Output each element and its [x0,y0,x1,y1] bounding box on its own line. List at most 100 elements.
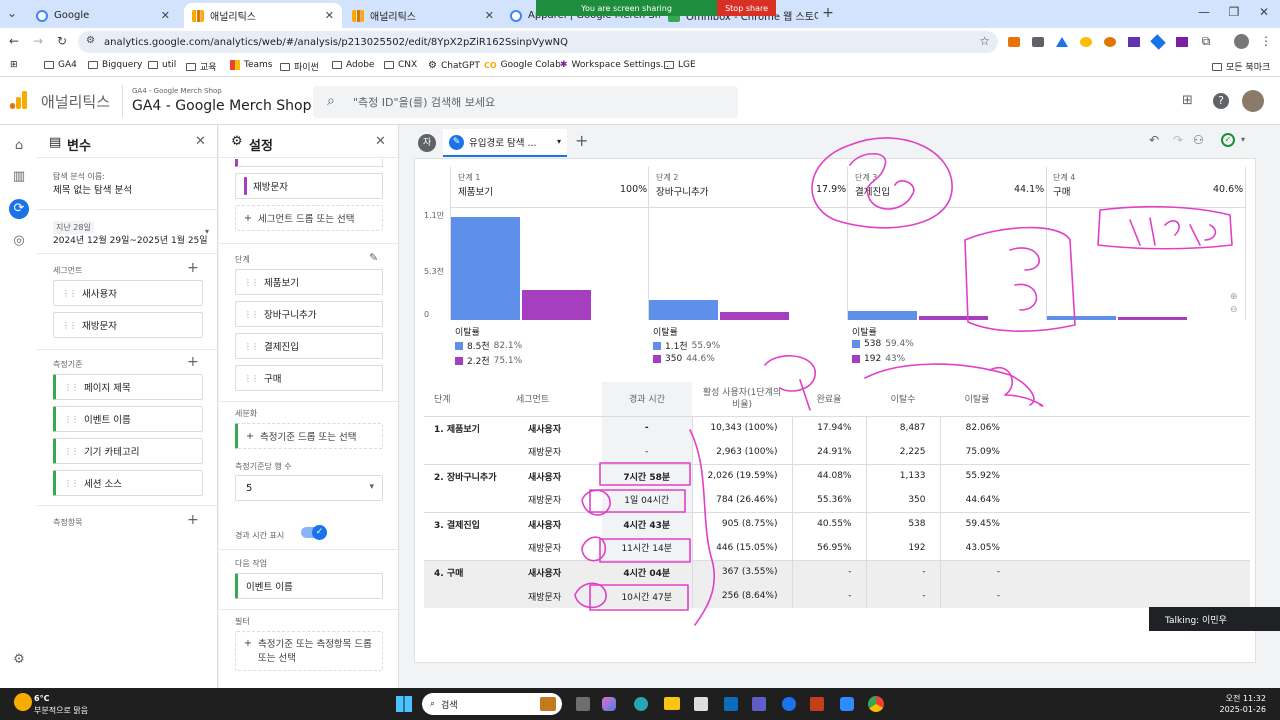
tab-funnel-exploration[interactable]: ✎ 유입경로 탐색 ... ▾ [443,129,567,157]
bar-new-users[interactable] [848,310,917,320]
weather-temp[interactable]: 6°C [34,694,49,703]
tag-extension-icon[interactable] [1150,34,1166,50]
step-chip[interactable]: ⋮⋮ 제품보기 [235,269,383,295]
home-icon[interactable]: ⌂ [10,137,28,155]
bar-returning-users[interactable] [720,312,789,320]
analysis-name-input[interactable]: 제목 없는 탐색 분석 [53,182,132,196]
column-header[interactable]: 활성 사용자(1단계의 비율) [692,382,792,417]
rows-per-dimension-select[interactable]: 5 ▾ [235,475,383,501]
tab-analytics[interactable]: 애널리틱스 ✕ [344,3,502,28]
address-bar[interactable]: ⚙ analytics.google.com/analytics/web/#/a… [78,31,998,53]
close-icon[interactable]: ✕ [325,9,334,22]
extensions-puzzle-icon[interactable]: ⧉ [1198,34,1214,49]
teams-icon[interactable] [752,697,766,711]
zoom-out-icon[interactable]: ⊖ [1230,305,1238,315]
drag-handle-icon[interactable]: ⋮⋮ [62,289,77,298]
edit-pencil-icon[interactable]: ✎ [369,251,378,264]
extension-icon[interactable] [1128,37,1140,47]
column-header[interactable]: 경과 시간 [602,382,692,417]
column-header[interactable]: 이탈수 [866,382,940,417]
stop-share-button[interactable]: Stop share [717,0,776,16]
reports-icon[interactable]: ▥ [10,168,28,186]
close-panel-icon[interactable]: ✕ [375,134,386,149]
bar-new-users[interactable] [451,216,520,320]
column-header[interactable]: 완료율 [792,382,866,417]
chevron-down-icon[interactable]: ▾ [205,227,209,236]
advertising-icon[interactable]: ◎ [10,232,28,250]
drag-handle-icon[interactable]: ⋮⋮ [244,310,259,319]
windows-start-icon[interactable] [396,696,412,712]
bar-new-users[interactable] [1047,316,1116,320]
step-chip[interactable]: ⋮⋮ 구매 [235,365,383,391]
apps-grid-icon[interactable]: ⊞ [10,60,18,70]
chrome-menu-icon[interactable]: ⋮ [1258,34,1274,48]
camera-extension-icon[interactable] [1032,37,1044,47]
date-range-picker[interactable]: 2024년 12월 29일~2025년 1월 25일 [53,233,208,246]
share-user-icon[interactable]: ⚇ [1193,133,1204,147]
apps-grid-icon[interactable]: ⊞ [1182,93,1193,108]
bar-returning-users[interactable] [522,290,591,320]
dimension-chip[interactable]: ⋮⋮ 이벤트 이름 [53,406,203,432]
reload-icon[interactable]: ↻ [54,34,70,48]
chevron-down-icon[interactable]: ▾ [1241,135,1245,144]
segment-chip-partial[interactable] [235,159,383,167]
tab-badge[interactable]: 자 [418,134,436,152]
bookmark-lge[interactable]: LGE [664,60,696,70]
close-panel-icon[interactable]: ✕ [195,134,206,149]
forward-icon[interactable]: → [30,34,46,48]
search-input[interactable]: ⌕ "측정 ID"을(를) 검색해 보세요 [313,86,738,118]
drag-handle-icon[interactable]: ⋮⋮ [244,278,259,287]
back-icon[interactable]: ← [6,34,22,48]
segment-drop-zone[interactable]: + 세그먼트 드롭 또는 선택 [235,205,383,231]
close-icon[interactable]: ✕ [161,9,170,22]
bookmark-adobe[interactable]: Adobe [332,60,374,70]
tab-analytics-active[interactable]: 애널리틱스 ✕ [184,3,342,28]
store-icon[interactable] [694,697,708,711]
profile-avatar[interactable] [1234,34,1249,49]
account-avatar[interactable] [1242,90,1264,112]
file-explorer-icon[interactable] [664,697,680,710]
bookmark-education[interactable]: 교육 [186,60,217,73]
segment-chip-returning[interactable]: ⋮⋮ 재방문자 [53,312,203,338]
bookmark-teams[interactable]: Teams [230,60,272,70]
bookmark-util[interactable]: util [148,60,176,70]
powerpoint-icon[interactable] [810,697,824,711]
taskbar-date[interactable]: 2025-01-26 [1210,705,1267,714]
admin-gear-icon[interactable]: ⚙ [10,651,28,669]
step-chip[interactable]: ⋮⋮ 장바구니추가 [235,301,383,327]
product-name[interactable]: 애널리틱스 [41,91,110,112]
bar-new-users[interactable] [649,299,718,320]
breakdown-drop-zone[interactable]: + 측정기준 드롭 또는 선택 [235,423,383,449]
dimension-chip[interactable]: ⋮⋮ 기기 카테고리 [53,438,203,464]
zoom-in-icon[interactable]: ⊕ [1230,292,1238,302]
bookmark-workspace[interactable]: ✱ Workspace Settings... [560,60,669,70]
chevron-down-icon[interactable]: ▾ [557,137,561,146]
minimize-icon[interactable]: — [1196,5,1212,19]
redo-icon[interactable]: ↷ [1173,133,1183,147]
dimension-chip[interactable]: ⋮⋮ 페이지 제목 [53,374,203,400]
bookmark-chatgpt[interactable]: ⚙ ChatGPT [428,60,480,71]
extension-icon[interactable] [1176,37,1188,47]
copilot-icon[interactable] [602,697,616,711]
bookmark-ga4[interactable]: GA4 [44,60,77,70]
column-header[interactable]: 단계 [424,382,516,417]
bar-returning-users[interactable] [1118,317,1187,320]
weather-desc[interactable]: 부분적으로 맑음 [34,705,88,716]
zoom-icon[interactable] [840,697,854,711]
new-tab-icon[interactable]: + [820,5,836,21]
maximize-icon[interactable]: ❐ [1226,5,1242,19]
app-icon[interactable] [782,697,796,711]
add-metric-icon[interactable]: + [187,512,199,528]
tab-google[interactable]: Google ✕ [28,3,178,28]
analytics-logo-icon[interactable] [10,91,28,111]
elapsed-time-toggle[interactable]: ✓ [301,525,327,540]
extension-icon[interactable] [1080,37,1092,47]
bar-returning-users[interactable] [919,315,988,320]
status-check-icon[interactable]: ✓ [1221,133,1235,147]
segment-chip-returning[interactable]: 재방문자 [235,173,383,199]
undo-icon[interactable]: ↶ [1149,133,1159,147]
extension-icon[interactable] [1008,37,1020,47]
weather-icon[interactable] [14,693,32,711]
add-tab-icon[interactable]: + [575,131,588,150]
tab-search-icon[interactable]: ⌄ [4,6,20,20]
